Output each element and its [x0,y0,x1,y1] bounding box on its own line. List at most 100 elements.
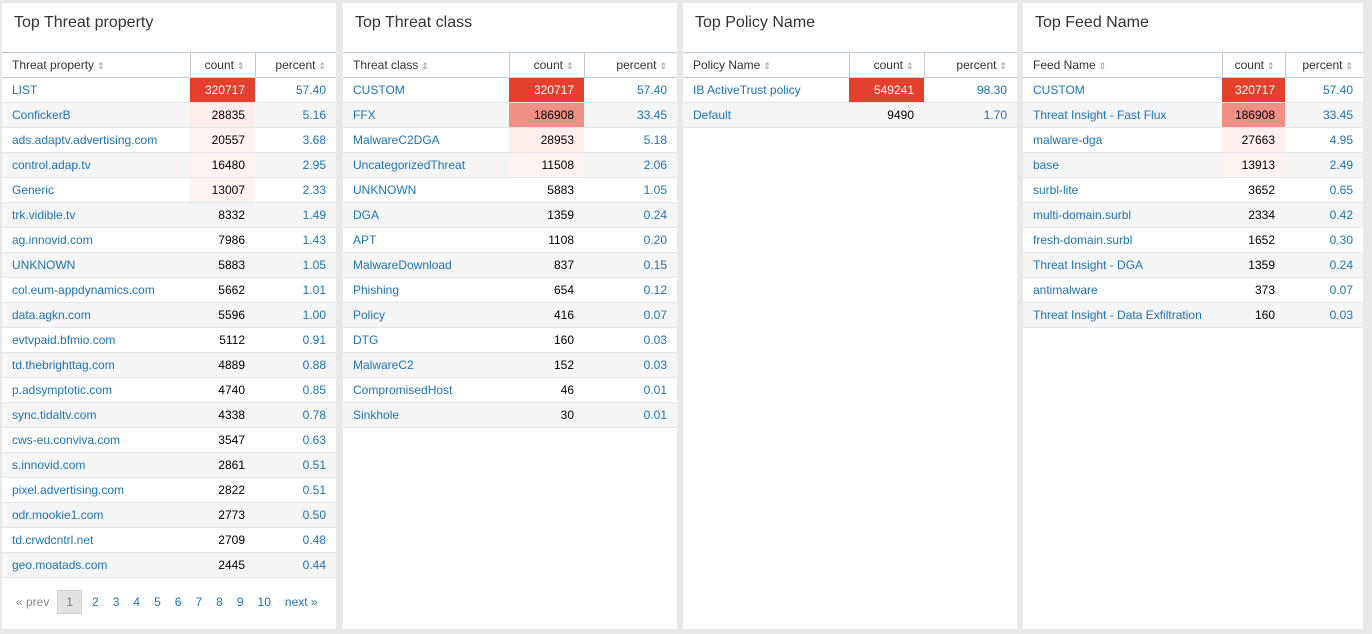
row-name-link[interactable]: geo.moatads.com [2,552,190,578]
pagination-next[interactable]: next » [285,591,318,613]
row-percent[interactable]: 2.95 [255,152,336,178]
row-percent[interactable]: 0.30 [1285,227,1363,253]
row-count[interactable]: 654 [509,277,584,303]
row-name-link[interactable]: pixel.advertising.com [2,477,190,503]
row-name-link[interactable]: Threat Insight - Fast Flux [1023,102,1222,128]
sort-icon[interactable]: ⇕ [906,61,914,71]
row-name-link[interactable]: MalwareC2 [343,352,509,378]
sort-icon[interactable]: ⇕ [1345,61,1353,71]
table-row[interactable]: MalwareC2DGA 28953 5.18 [343,127,677,153]
row-count[interactable]: 5883 [509,177,584,203]
row-percent[interactable]: 0.20 [584,227,677,253]
row-count[interactable]: 13007 [190,177,255,203]
row-percent[interactable]: 0.03 [584,327,677,353]
row-count[interactable]: 1108 [509,227,584,253]
table-row[interactable]: UNKNOWN 5883 1.05 [343,177,677,203]
row-count[interactable]: 5112 [190,327,255,353]
row-count[interactable]: 160 [1222,302,1285,328]
row-name-link[interactable]: CompromisedHost [343,377,509,403]
row-name-link[interactable]: CUSTOM [1023,77,1222,103]
row-percent[interactable]: 57.40 [1285,77,1363,103]
row-percent[interactable]: 57.40 [255,77,336,103]
row-name-link[interactable]: base [1023,152,1222,178]
row-count[interactable]: 30 [509,402,584,428]
row-name-link[interactable]: multi-domain.surbl [1023,202,1222,228]
row-percent[interactable]: 0.01 [584,377,677,403]
row-name-link[interactable]: APT [343,227,509,253]
table-row[interactable]: pixel.advertising.com 2822 0.51 [2,477,336,503]
table-row[interactable]: ads.adaptv.advertising.com 20557 3.68 [2,127,336,153]
pagination-page-link[interactable]: 10 [258,591,271,613]
table-row[interactable]: Sinkhole 30 0.01 [343,402,677,428]
pagination-page-link[interactable]: 5 [154,591,161,613]
sort-icon[interactable]: ⇕ [659,61,667,71]
column-header-name[interactable]: Feed Name ⇕ [1023,52,1222,78]
table-row[interactable]: trk.vidible.tv 8332 1.49 [2,202,336,228]
row-count[interactable]: 13913 [1222,152,1285,178]
column-header-percent[interactable]: percent ⇕ [583,52,677,78]
row-count[interactable]: 4740 [190,377,255,403]
sort-icon[interactable]: ⇕ [318,61,326,71]
row-name-link[interactable]: evtvpaid.bfmio.com [2,327,190,353]
table-row[interactable]: IB ActiveTrust policy 549241 98.30 [683,77,1017,103]
row-count[interactable]: 28953 [509,127,584,153]
row-percent[interactable]: 0.85 [255,377,336,403]
row-percent[interactable]: 1.00 [255,302,336,328]
table-row[interactable]: UNKNOWN 5883 1.05 [2,252,336,278]
row-name-link[interactable]: LIST [2,77,190,103]
row-name-link[interactable]: s.innovid.com [2,452,190,478]
sort-icon[interactable]: ⇕ [999,61,1007,71]
table-row[interactable]: DTG 160 0.03 [343,327,677,353]
row-name-link[interactable]: malware-dga [1023,127,1222,153]
row-count[interactable]: 20557 [190,127,255,153]
row-count[interactable]: 2822 [190,477,255,503]
row-percent[interactable]: 0.78 [255,402,336,428]
pagination-page-link[interactable]: 3 [113,591,120,613]
row-percent[interactable]: 0.15 [584,252,677,278]
table-row[interactable]: LIST 320717 57.40 [2,77,336,103]
table-row[interactable]: Threat Insight - Fast Flux 186908 33.45 [1023,102,1363,128]
column-header-percent[interactable]: percent ⇕ [254,52,336,78]
row-count[interactable]: 320717 [190,77,255,103]
row-percent[interactable]: 0.03 [584,352,677,378]
row-percent[interactable]: 4.95 [1285,127,1363,153]
row-count[interactable]: 152 [509,352,584,378]
row-count[interactable]: 549241 [849,77,924,103]
table-row[interactable]: control.adap.tv 16480 2.95 [2,152,336,178]
row-count[interactable]: 3652 [1222,177,1285,203]
row-percent[interactable]: 1.01 [255,277,336,303]
row-percent[interactable]: 33.45 [1285,102,1363,128]
row-count[interactable]: 28835 [190,102,255,128]
pagination-page-link[interactable]: 2 [92,591,99,613]
row-count[interactable]: 160 [509,327,584,353]
table-row[interactable]: MalwareDownload 837 0.15 [343,252,677,278]
row-name-link[interactable]: Generic [2,177,190,203]
row-percent[interactable]: 3.68 [255,127,336,153]
row-count[interactable]: 4889 [190,352,255,378]
row-count[interactable]: 5662 [190,277,255,303]
row-name-link[interactable]: Threat Insight - DGA [1023,252,1222,278]
row-count[interactable]: 1359 [1222,252,1285,278]
table-row[interactable]: Default 9490 1.70 [683,102,1017,128]
row-percent[interactable]: 0.88 [255,352,336,378]
row-name-link[interactable]: UNKNOWN [343,177,509,203]
row-percent[interactable]: 0.24 [584,202,677,228]
row-percent[interactable]: 2.33 [255,177,336,203]
row-count[interactable]: 1359 [509,202,584,228]
row-count[interactable]: 2861 [190,452,255,478]
row-name-link[interactable]: col.eum-appdynamics.com [2,277,190,303]
row-count[interactable]: 9490 [849,102,924,128]
row-count[interactable]: 373 [1222,277,1285,303]
table-row[interactable]: MalwareC2 152 0.03 [343,352,677,378]
row-percent[interactable]: 2.06 [584,152,677,178]
row-name-link[interactable]: antimalware [1023,277,1222,303]
table-row[interactable]: td.thebrighttag.com 4889 0.88 [2,352,336,378]
column-header-count[interactable]: count ⇕ [848,52,924,78]
row-count[interactable]: 320717 [509,77,584,103]
row-name-link[interactable]: MalwareC2DGA [343,127,509,153]
row-percent[interactable]: 0.51 [255,477,336,503]
pagination-page-link[interactable]: 4 [133,591,140,613]
row-percent[interactable]: 0.07 [1285,277,1363,303]
row-percent[interactable]: 1.70 [924,102,1017,128]
row-name-link[interactable]: control.adap.tv [2,152,190,178]
